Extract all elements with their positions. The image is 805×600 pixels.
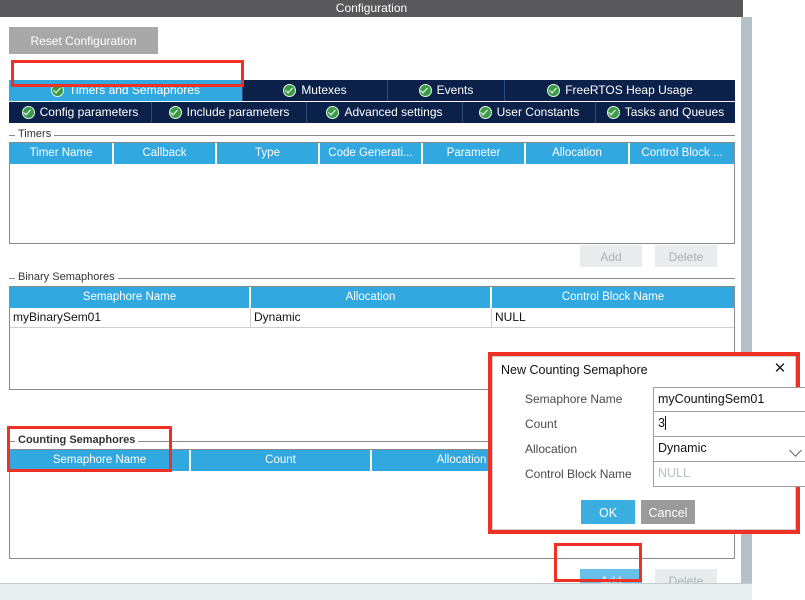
window-titlebar: Configuration <box>0 0 743 17</box>
timers-group-line <box>9 135 735 136</box>
count-input-value: 3 <box>658 416 665 430</box>
tab-label: Timers and Semaphores <box>69 83 200 97</box>
tab-user-constants[interactable]: User Constants <box>463 102 596 123</box>
tab-label: Tasks and Queues <box>624 105 725 119</box>
timers-delete-button[interactable]: Delete <box>655 245 717 267</box>
counting-delete-button[interactable]: Delete <box>655 569 717 583</box>
dialog-label-allocation: Allocation <box>525 442 578 456</box>
tab-config-parameters[interactable]: Config parameters <box>9 102 152 123</box>
tab-mutexes[interactable]: Mutexes <box>243 80 388 101</box>
tab-freertos-heap-usage[interactable]: FreeRTOS Heap Usage <box>505 80 735 101</box>
timers-column-header[interactable]: Control Block ... <box>630 143 734 164</box>
dialog-cancel-button[interactable]: Cancel <box>641 500 695 524</box>
binary-semaphores-column-header[interactable]: Semaphore Name <box>10 287 251 308</box>
timers-table-header: Timer Name Callback Type Code Generati... Pa… <box>10 143 734 164</box>
check-circle-icon <box>606 106 620 119</box>
text-caret <box>664 416 666 430</box>
dialog-row-allocation: Allocation Dynamic <box>503 437 805 462</box>
semaphore-name-input[interactable]: myCountingSem01 <box>653 387 805 412</box>
tab-advanced-settings[interactable]: Advanced settings <box>307 102 463 123</box>
tab-label: Events <box>436 83 474 97</box>
counting-semaphores-column-header[interactable]: Semaphore Name <box>10 450 191 471</box>
timers-table: Timer Name Callback Type Code Generati... Pa… <box>9 142 735 244</box>
new-counting-semaphore-dialog: New Counting Semaphore ✕ Semaphore Name … <box>492 356 805 530</box>
configuration-window: Configuration Reset Configuration Timers… <box>0 0 805 600</box>
timers-column-header[interactable]: Type <box>217 143 320 164</box>
check-circle-icon <box>51 84 65 97</box>
binary-group-line <box>9 278 735 279</box>
timers-group-label: Timers <box>15 128 55 140</box>
tab-events[interactable]: Events <box>388 80 505 101</box>
timers-column-header[interactable]: Allocation <box>526 143 630 164</box>
table-cell[interactable]: Dynamic <box>251 308 492 327</box>
table-cell[interactable]: myBinarySem01 <box>10 308 251 327</box>
dialog-label-control-block-name: Control Block Name <box>525 467 632 481</box>
binary-table-body[interactable]: myBinarySem01 Dynamic NULL <box>10 308 734 328</box>
dialog-label-count: Count <box>525 417 558 431</box>
tab-row-secondary: Config parameters Include parameters Advan… <box>9 102 735 123</box>
counting-add-button[interactable]: Add <box>580 569 642 583</box>
close-icon[interactable]: ✕ <box>772 361 788 377</box>
window-title: Configuration <box>335 1 408 15</box>
check-circle-icon <box>326 106 340 119</box>
dialog-row-semaphore-name: Semaphore Name myCountingSem01 <box>503 387 805 412</box>
chevron-down-icon <box>789 444 802 457</box>
binary-semaphores-column-header[interactable]: Control Block Name <box>492 287 734 308</box>
check-circle-icon <box>478 106 492 119</box>
tab-label: User Constants <box>496 105 580 119</box>
tab-label: FreeRTOS Heap Usage <box>565 83 693 97</box>
table-row[interactable]: myBinarySem01 Dynamic NULL <box>10 308 734 328</box>
dialog-row-count: Count 3 <box>503 412 805 437</box>
binary-semaphores-group-label: Binary Semaphores <box>15 271 118 283</box>
binary-semaphores-column-header[interactable]: Allocation <box>251 287 492 308</box>
tab-include-parameters[interactable]: Include parameters <box>152 102 307 123</box>
timers-column-header[interactable]: Timer Name <box>10 143 114 164</box>
timers-add-button[interactable]: Add <box>580 245 642 267</box>
check-circle-icon <box>418 84 432 97</box>
table-cell[interactable]: NULL <box>492 308 734 327</box>
tab-label: Mutexes <box>301 83 347 97</box>
count-input[interactable]: 3 <box>653 412 805 437</box>
timers-column-header[interactable]: Callback <box>114 143 217 164</box>
dialog-title: New Counting Semaphore <box>501 363 648 377</box>
tab-label: Advanced settings <box>344 105 443 119</box>
counting-semaphores-column-header[interactable]: Count <box>191 450 372 471</box>
tab-label: Config parameters <box>39 105 139 119</box>
dialog-row-control-block-name: Control Block Name NULL <box>503 462 805 487</box>
control-block-name-input[interactable]: NULL <box>653 462 805 487</box>
bottom-status-strip <box>0 583 752 600</box>
reset-configuration-button[interactable]: Reset Configuration <box>9 27 158 54</box>
binary-table-header: Semaphore Name Allocation Control Block Na… <box>10 287 734 308</box>
check-circle-icon <box>283 84 297 97</box>
tab-label: Include parameters <box>186 105 290 119</box>
timers-column-header[interactable]: Parameter <box>423 143 526 164</box>
check-circle-icon <box>168 106 182 119</box>
tab-timers-and-semaphores[interactable]: Timers and Semaphores <box>9 80 243 101</box>
allocation-select[interactable]: Dynamic <box>653 437 805 462</box>
counting-semaphores-group-label: Counting Semaphores <box>15 434 139 446</box>
check-circle-icon <box>547 84 561 97</box>
dialog-ok-button[interactable]: OK <box>581 500 635 524</box>
tab-tasks-and-queues[interactable]: Tasks and Queues <box>596 102 735 123</box>
allocation-select-value: Dynamic <box>658 441 707 455</box>
check-circle-icon <box>21 106 35 119</box>
dialog-label-semaphore-name: Semaphore Name <box>525 392 623 406</box>
timers-column-header[interactable]: Code Generati... <box>320 143 423 164</box>
tab-row-primary: Timers and Semaphores Mutexes Events FreeRT… <box>9 80 735 101</box>
titlebar-right-filler <box>743 0 805 17</box>
